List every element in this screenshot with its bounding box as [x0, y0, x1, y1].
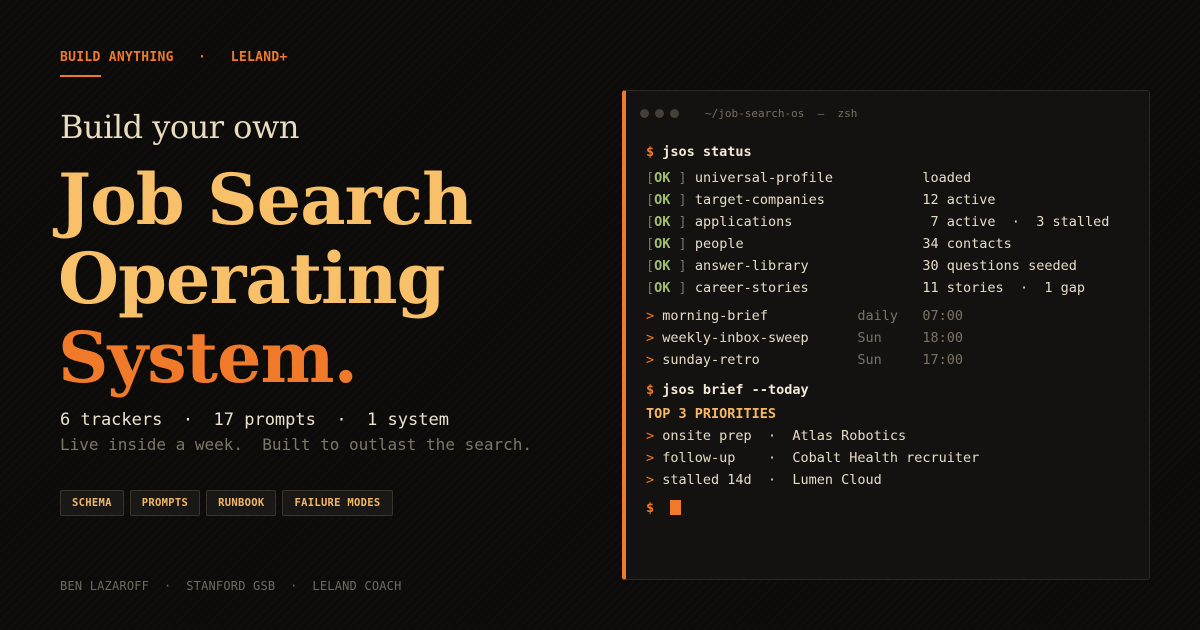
- status-value: 11 stories · 1 gap: [922, 280, 1085, 296]
- priority-row: > onsite prep · Atlas Robotics: [646, 428, 907, 444]
- schedule-row: > sunday-retro Sun 17:00: [646, 352, 963, 368]
- input-prompt-line[interactable]: $: [646, 500, 654, 516]
- window-minimize-dot-icon[interactable]: [655, 109, 664, 118]
- schedule-name: weekly-inbox-sweep: [662, 330, 809, 346]
- arrow-glyph: >: [646, 472, 655, 488]
- headline-line-1: Job Search: [58, 158, 473, 241]
- prompt-symbol: $: [646, 500, 655, 516]
- command-line: $ jsos brief --today: [646, 382, 809, 398]
- status-name: career-stories: [694, 280, 809, 296]
- command-text: jsos status: [662, 144, 752, 160]
- status-value: 12 active: [922, 192, 996, 208]
- command-line: $ jsos status: [646, 144, 752, 160]
- tagline: Live inside a week. Built to outlast the…: [60, 435, 533, 454]
- status-value: 34 contacts: [922, 236, 1012, 252]
- priority-row: > follow-up · Cobalt Health recruiter: [646, 450, 980, 466]
- status-name: universal-profile: [694, 170, 833, 186]
- eyebrow-right: LELAND+: [230, 50, 288, 65]
- status-value: 7 active · 3 stalled: [922, 214, 1110, 230]
- schedule-row: > morning-brief daily 07:00: [646, 308, 963, 324]
- terminal-title: ~/job-search-os — zsh: [705, 107, 858, 120]
- arrow-glyph: >: [646, 352, 655, 368]
- arrow-glyph: >: [646, 450, 655, 466]
- hero-kicker: Build your own: [60, 108, 299, 146]
- tag-failure-modes: FAILURE MODES: [282, 490, 393, 516]
- priority-row: > stalled 14d · Lumen Cloud: [646, 472, 882, 488]
- ok-badge: OK: [654, 258, 671, 274]
- status-row: [OK ] answer-library 30 questions seeded: [646, 258, 1077, 274]
- stats-line: 6 trackers · 17 prompts · 1 system: [60, 410, 449, 430]
- status-row: [OK ] target-companies 12 active: [646, 192, 996, 208]
- window-close-dot-icon[interactable]: [640, 109, 649, 118]
- priority-detail: Cobalt Health recruiter: [792, 450, 980, 466]
- arrow-glyph: >: [646, 428, 655, 444]
- status-value: loaded: [922, 170, 972, 186]
- status-row: [OK ] universal-profile loaded: [646, 170, 972, 186]
- hero-headline: Job Search Operating System.: [58, 158, 473, 399]
- status-name: answer-library: [694, 258, 809, 274]
- priorities-heading: TOP 3 PRIORITIES: [646, 406, 777, 422]
- schedule-time: 18:00: [922, 330, 964, 346]
- headline-line-3: System.: [58, 316, 358, 399]
- ok-badge: OK: [654, 214, 671, 230]
- ok-badge: OK: [654, 170, 671, 186]
- eyebrow-separator: ·: [198, 50, 207, 65]
- status-name: applications: [694, 214, 793, 230]
- terminal-window: ~/job-search-os — zsh $ jsos status [OK …: [622, 90, 1150, 580]
- status-value: 30 questions seeded: [922, 258, 1077, 274]
- eyebrow-left: BUILD ANYTHING: [60, 50, 174, 65]
- schedule-name: sunday-retro: [662, 352, 760, 368]
- schedule-row: > weekly-inbox-sweep Sun 18:00: [646, 330, 963, 346]
- terminal-cursor[interactable]: [670, 500, 681, 515]
- eyebrow: BUILD ANYTHING · LELAND+: [60, 50, 288, 65]
- footer-credits: BEN LAZAROFF · STANFORD GSB · LELAND COA…: [60, 579, 402, 593]
- prompt-symbol: $: [646, 382, 655, 398]
- schedule-frequency: daily: [857, 308, 898, 324]
- eyebrow-underline: [60, 75, 101, 77]
- ok-badge: OK: [654, 280, 671, 296]
- status-row: [OK ] career-stories 11 stories · 1 gap: [646, 280, 1085, 296]
- headline-line-2: Operating: [58, 237, 445, 320]
- priority-type: stalled 14d: [662, 472, 752, 488]
- command-text: jsos brief --today: [662, 382, 809, 398]
- status-row: [OK ] applications 7 active · 3 stalled: [646, 214, 1110, 230]
- window-zoom-dot-icon[interactable]: [670, 109, 679, 118]
- terminal-titlebar: ~/job-search-os — zsh: [640, 107, 857, 120]
- arrow-glyph: >: [646, 330, 655, 346]
- status-row: [OK ] people 34 contacts: [646, 236, 1012, 252]
- schedule-time: 07:00: [922, 308, 964, 324]
- schedule-frequency: Sun: [857, 352, 882, 368]
- tag-list: SCHEMA PROMPTS RUNBOOK FAILURE MODES: [60, 490, 393, 516]
- arrow-glyph: >: [646, 308, 655, 324]
- schedule-name: morning-brief: [662, 308, 768, 324]
- priority-detail: Lumen Cloud: [792, 472, 882, 488]
- priority-detail: Atlas Robotics: [792, 428, 907, 444]
- priority-type: onsite prep: [662, 428, 752, 444]
- status-name: target-companies: [694, 192, 825, 208]
- tag-prompts: PROMPTS: [129, 490, 201, 516]
- status-name: people: [694, 236, 744, 252]
- prompt-symbol: $: [646, 144, 655, 160]
- tag-schema: SCHEMA: [60, 490, 124, 516]
- schedule-frequency: Sun: [857, 330, 882, 346]
- priority-type: follow-up: [662, 450, 736, 466]
- schedule-time: 17:00: [922, 352, 964, 368]
- ok-badge: OK: [654, 192, 671, 208]
- tag-runbook: RUNBOOK: [206, 490, 277, 516]
- ok-badge: OK: [654, 236, 671, 252]
